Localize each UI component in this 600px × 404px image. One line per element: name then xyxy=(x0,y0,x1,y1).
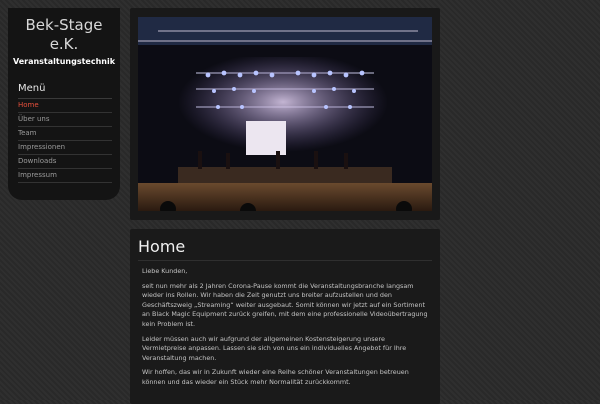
menu-item-impressum[interactable]: Impressum xyxy=(18,169,112,183)
paragraph: Liebe Kunden, xyxy=(142,267,188,275)
header-image-panel xyxy=(130,8,440,220)
menu-item-home[interactable]: Home xyxy=(18,99,112,113)
brand-name-line1: Bek-Stage xyxy=(25,16,103,34)
menu-item-impressionen[interactable]: Impressionen xyxy=(18,141,112,155)
sidebar: Bek-Stage e.K. Veranstaltungstechnik Men… xyxy=(8,8,120,200)
page-title: Home xyxy=(138,237,432,261)
paragraph: Wir hoffen, das wir in Zukunft wieder ei… xyxy=(142,368,409,386)
brand: Bek-Stage e.K. Veranstaltungstechnik xyxy=(8,8,120,66)
paragraph: Leider müssen auch wir aufgrund der allg… xyxy=(142,334,407,362)
paragraph: seit nun mehr als 2 Jahren Corona-Pause … xyxy=(142,281,428,328)
page-text: Liebe Kunden, seit nun mehr als 2 Jahren… xyxy=(130,261,440,388)
menu-item-downloads[interactable]: Downloads xyxy=(18,155,112,169)
brand-name-line2: e.K. xyxy=(49,35,79,53)
menu-item-ueber-uns[interactable]: Über uns xyxy=(18,113,112,127)
menu-title: Menü xyxy=(18,83,112,99)
menu-item-team[interactable]: Team xyxy=(18,127,112,141)
content-panel: Home Liebe Kunden, seit nun mehr als 2 J… xyxy=(130,229,440,404)
main-menu: Home Über uns Team Impressionen Download… xyxy=(8,99,120,183)
brand-subtitle: Veranstaltungstechnik xyxy=(12,57,116,66)
stage-photo xyxy=(138,17,432,211)
